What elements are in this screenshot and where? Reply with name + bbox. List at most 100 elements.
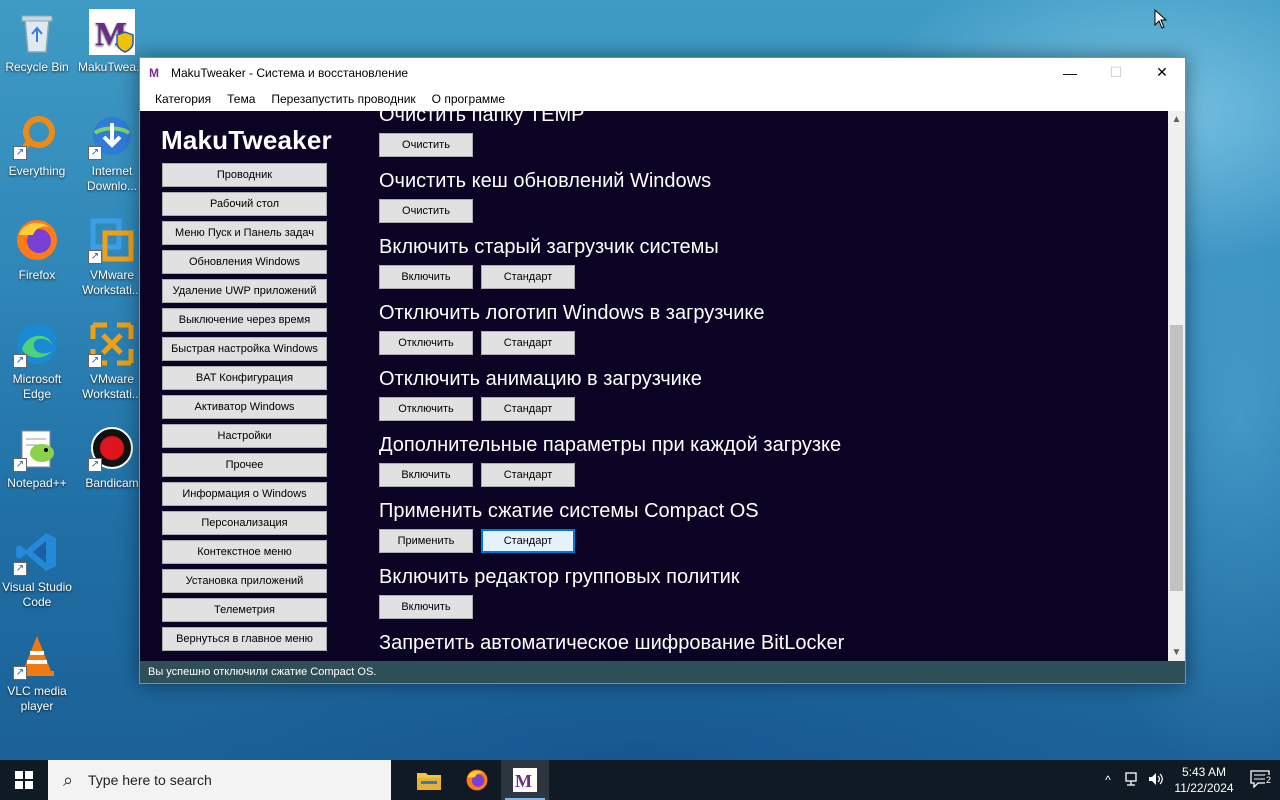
taskbar-file-explorer[interactable] [405, 760, 453, 800]
vscode-icon: ↗ [13, 528, 61, 576]
scroll-up-icon[interactable]: ▲ [1168, 111, 1185, 128]
default-advanced-boot-button[interactable]: Стандарт [481, 463, 575, 487]
enable-legacy-bootloader-button[interactable]: Включить [379, 265, 473, 289]
sidebar-item-telemetry[interactable]: Телеметрия [162, 598, 327, 622]
sidebar-nav: Проводник Рабочий стол Меню Пуск и Панел… [162, 163, 327, 656]
desktop-icon-makutweaker[interactable]: M MakuTwea... [76, 8, 148, 75]
clock-date: 11/22/2024 [1174, 781, 1234, 795]
sidebar-item-app-install[interactable]: Установка приложений [162, 569, 327, 593]
vlc-icon: ↗ [13, 632, 61, 680]
network-icon[interactable] [1120, 771, 1144, 789]
app-brand-title: MakuTweaker [161, 125, 332, 155]
makutweaker-window: M MakuTweaker - Система и восстановление… [139, 57, 1186, 684]
windows-logo-icon [15, 771, 33, 789]
system-tray: ^ 5:43 AM 11/22/2024 2 [1096, 760, 1280, 800]
sidebar-item-activator[interactable]: Активатор Windows [162, 395, 327, 419]
apply-compact-os-button[interactable]: Применить [379, 529, 473, 553]
desktop-icon-vmware-1[interactable]: ↗ VMware Workstati... [76, 216, 148, 298]
setting-group-policy-editor: Включить редактор групповых политик Вклю… [379, 565, 1159, 631]
shortcut-arrow-icon: ↗ [88, 458, 102, 472]
sidebar-item-bat-config[interactable]: BAT Конфигурация [162, 366, 327, 390]
menu-category[interactable]: Категория [147, 87, 219, 111]
desktop-icon-vlc[interactable]: ↗ VLC media player [1, 632, 73, 714]
scroll-down-icon[interactable]: ▼ [1168, 644, 1185, 661]
setting-title: Включить редактор групповых политик [379, 566, 740, 588]
settings-list: Очистить папку TEMP Очистить Очистить ке… [379, 111, 1159, 661]
shortcut-arrow-icon: ↗ [88, 354, 102, 368]
sidebar-item-start-taskbar[interactable]: Меню Пуск и Панель задач [162, 221, 327, 245]
setting-boot-logo: Отключить логотип Windows в загрузчике О… [379, 301, 1159, 367]
sidebar-item-settings[interactable]: Настройки [162, 424, 327, 448]
enable-advanced-boot-button[interactable]: Включить [379, 463, 473, 487]
setting-title: Отключить логотип Windows в загрузчике [379, 302, 765, 324]
setting-clear-temp: Очистить папку TEMP Очистить [379, 111, 1159, 169]
notification-center-button[interactable]: 2 [1240, 769, 1280, 791]
sidebar-item-context-menu[interactable]: Контекстное меню [162, 540, 327, 564]
desktop-icon-label: VMware Workstati... [82, 372, 142, 401]
desktop-icon-label: Bandicam [85, 476, 139, 490]
sidebar-item-explorer[interactable]: Проводник [162, 163, 327, 187]
sidebar-item-desktop[interactable]: Рабочий стол [162, 192, 327, 216]
desktop-icon-bandicam[interactable]: ↗ Bandicam [76, 424, 148, 491]
everything-search-icon: ↗ [13, 112, 61, 160]
desktop-icon-firefox[interactable]: Firefox [1, 216, 73, 283]
disable-boot-logo-button[interactable]: Отключить [379, 331, 473, 355]
window-titlebar[interactable]: M MakuTweaker - Система и восстановление… [140, 58, 1185, 87]
shortcut-arrow-icon: ↗ [13, 666, 27, 680]
clear-update-cache-button[interactable]: Очистить [379, 199, 473, 223]
taskbar-firefox[interactable] [453, 760, 501, 800]
setting-title: Дополнительные параметры при каждой загр… [379, 434, 842, 456]
mouse-cursor-icon [1154, 9, 1168, 29]
shortcut-arrow-icon: ↗ [13, 562, 27, 576]
notepadpp-icon: ↗ [13, 424, 61, 472]
makutweaker-icon: M [513, 768, 537, 792]
desktop-icon-recycle-bin[interactable]: Recycle Bin [1, 8, 73, 75]
setting-compact-os: Применить сжатие системы Compact OS Прим… [379, 499, 1159, 565]
sidebar-item-shutdown-timer[interactable]: Выключение через время [162, 308, 327, 332]
enable-gpedit-button[interactable]: Включить [379, 595, 473, 619]
shortcut-arrow-icon: ↗ [13, 458, 27, 472]
default-compact-os-button[interactable]: Стандарт [481, 529, 575, 553]
default-boot-logo-button[interactable]: Стандарт [481, 331, 575, 355]
vertical-scrollbar[interactable]: ▲ ▼ [1168, 111, 1185, 661]
disable-boot-animation-button[interactable]: Отключить [379, 397, 473, 421]
close-button[interactable]: ✕ [1139, 58, 1185, 87]
menu-restart-explorer[interactable]: Перезапустить проводник [263, 87, 423, 111]
desktop-icon-edge[interactable]: ↗ Microsoft Edge [1, 320, 73, 402]
vmware-icon: ↗ [88, 216, 136, 264]
desktop-icon-idm[interactable]: ↗ Internet Downlo... [76, 112, 148, 194]
maximize-button[interactable]: ☐ [1093, 58, 1139, 87]
desktop-icon-notepadpp[interactable]: ↗ Notepad++ [1, 424, 73, 491]
sidebar-item-windows-info[interactable]: Информация о Windows [162, 482, 327, 506]
desktop-icon-label: VMware Workstati... [82, 268, 142, 297]
sidebar-item-uwp-removal[interactable]: Удаление UWP приложений [162, 279, 327, 303]
taskbar-clock[interactable]: 5:43 AM 11/22/2024 [1168, 764, 1240, 796]
setting-title: Очистить папку TEMP [379, 111, 585, 126]
minimize-button[interactable]: — [1047, 58, 1093, 87]
desktop-icon-vmware-2[interactable]: ↗ VMware Workstati... [76, 320, 148, 402]
taskbar: ⌕ Type here to search M ^ 5:43 AM 11/22/… [0, 760, 1280, 800]
default-boot-animation-button[interactable]: Стандарт [481, 397, 575, 421]
scroll-thumb[interactable] [1170, 325, 1183, 591]
makutweaker-icon: M [88, 8, 136, 56]
desktop-icon-label: Internet Downlo... [86, 164, 138, 193]
desktop-icon-label: Notepad++ [7, 476, 67, 490]
sidebar-item-other[interactable]: Прочее [162, 453, 327, 477]
taskbar-makutweaker[interactable]: M [501, 760, 549, 800]
default-legacy-bootloader-button[interactable]: Стандарт [481, 265, 575, 289]
sidebar-item-windows-update[interactable]: Обновления Windows [162, 250, 327, 274]
clear-temp-button[interactable]: Очистить [379, 133, 473, 157]
sidebar-item-personalization[interactable]: Персонализация [162, 511, 327, 535]
edge-icon: ↗ [13, 320, 61, 368]
desktop-icon-vscode[interactable]: ↗ Visual Studio Code [1, 528, 73, 610]
shortcut-arrow-icon: ↗ [13, 146, 27, 160]
sidebar-item-quick-setup[interactable]: Быстрая настройка Windows [162, 337, 327, 361]
menu-theme[interactable]: Тема [219, 87, 263, 111]
desktop-icon-everything[interactable]: ↗ Everything [1, 112, 73, 179]
menu-about[interactable]: О программе [424, 87, 513, 111]
start-button[interactable] [0, 760, 48, 800]
taskbar-search[interactable]: ⌕ Type here to search [48, 760, 391, 800]
chevron-up-icon[interactable]: ^ [1096, 773, 1120, 787]
sidebar-item-main-menu[interactable]: Вернуться в главное меню [162, 627, 327, 651]
volume-icon[interactable] [1144, 772, 1168, 789]
